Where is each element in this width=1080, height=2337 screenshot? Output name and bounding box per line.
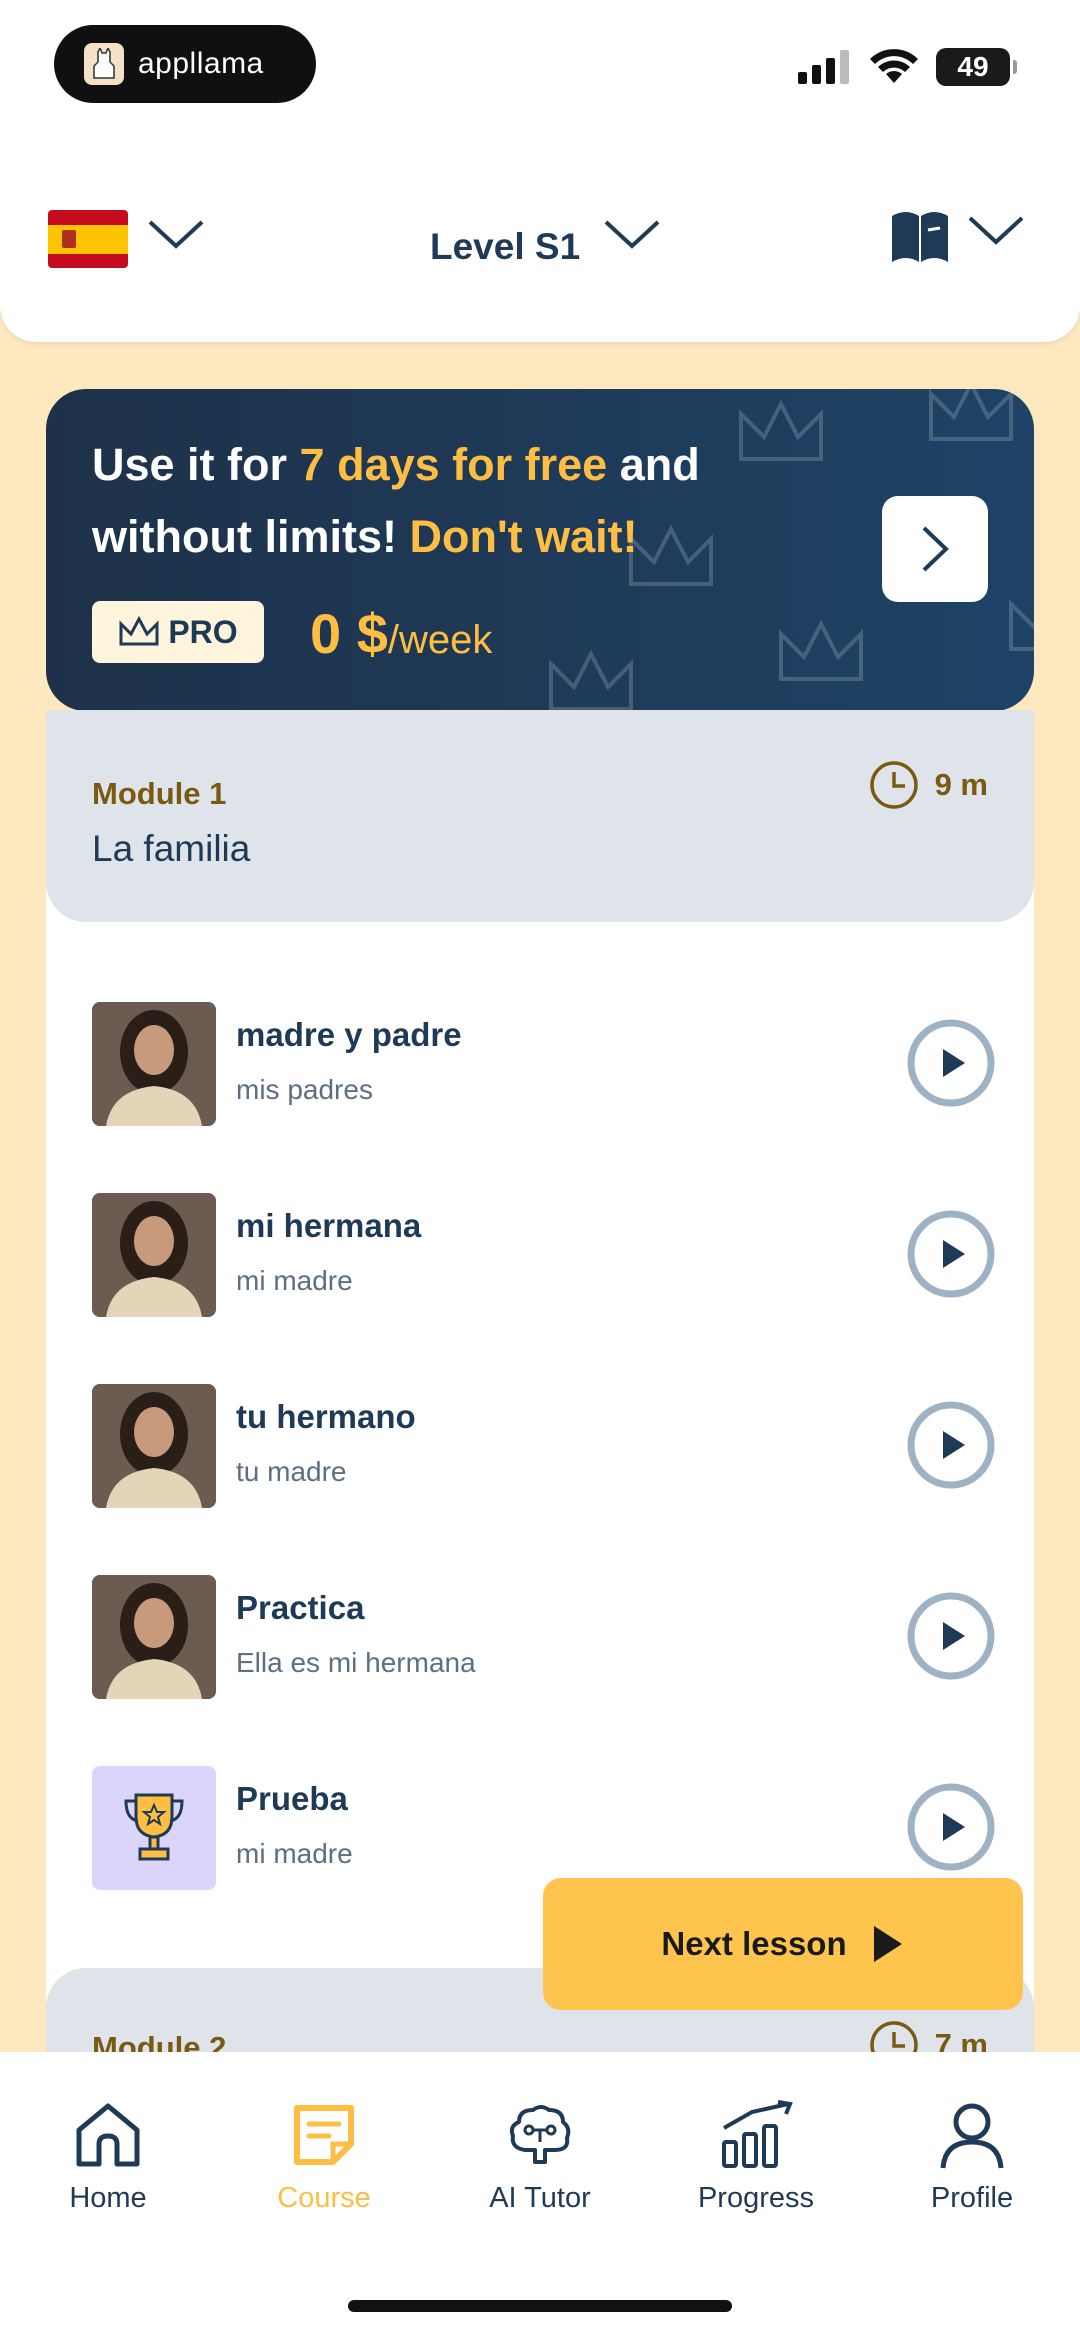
lesson-item[interactable]: madre y padre mis padres [46,1002,1034,1126]
tutor-photo [92,1193,216,1317]
level-chevron-down-icon[interactable] [602,214,662,254]
nav-course[interactable]: Course [216,2100,432,2215]
crown-pattern-icon [1009,599,1034,651]
play-icon[interactable] [906,1400,996,1490]
lesson-subtitle: tu madre [236,1456,347,1487]
module-title: La familia [92,828,251,869]
wifi-icon [870,49,918,83]
pro-badge: PRO [92,601,264,663]
crown-pattern-icon [779,619,863,681]
lesson-item[interactable]: mi hermana mi madre [46,1193,1034,1317]
llama-logo-icon [84,43,124,85]
lesson-subtitle: mi madre [236,1265,353,1296]
chevron-right-icon [922,526,949,572]
bottom-navigation: Home Course AI Tutor Progress Profile [0,2052,1080,2337]
lesson-title: tu hermano [236,1398,416,1435]
nav-ai-tutor[interactable]: AI Tutor [432,2100,648,2215]
spain-flag-icon[interactable] [48,210,128,268]
lesson-item[interactable]: Prueba mi madre [46,1766,1034,1890]
promo-arrow-button[interactable] [882,496,988,602]
language-chevron-down-icon[interactable] [146,214,206,254]
crown-icon [119,616,159,646]
home-indicator [348,2300,732,2312]
play-triangle-icon [873,1926,902,1962]
tutor-photo [92,1575,216,1699]
book-chevron-down-icon[interactable] [966,210,1026,250]
nav-progress[interactable]: Progress [648,2100,864,2215]
app-indicator-pill[interactable]: appllama [54,25,316,103]
course-icon [294,2105,354,2165]
promo-line-2: without limits! Don't wait! [92,511,638,562]
lesson-item[interactable]: Practica Ella es mi hermana [46,1575,1034,1699]
module-duration: 9 m [869,760,988,810]
app-name: appllama [138,47,264,80]
quiz-thumbnail [92,1766,216,1890]
lesson-title: Practica [236,1589,365,1626]
nav-home[interactable]: Home [0,2100,216,2215]
lesson-subtitle: Ella es mi hermana [236,1647,476,1678]
top-header: appllama 49 Level S1 [0,0,1080,342]
progress-icon [722,2100,793,2168]
play-icon[interactable] [906,1018,996,1108]
clock-icon [869,761,918,809]
play-icon[interactable] [906,1591,996,1681]
profile-icon [940,2103,1004,2169]
crown-pattern-icon [549,649,633,711]
lesson-subtitle: mis padres [236,1074,373,1105]
promo-price: 0 $/week [310,602,493,665]
nav-profile[interactable]: Profile [864,2100,1080,2215]
pro-promo-banner[interactable]: Use it for 7 days for free and without l… [46,389,1034,711]
lesson-subtitle: mi madre [236,1838,353,1869]
lesson-title: mi hermana [236,1207,422,1244]
lesson-title: madre y padre [236,1016,462,1053]
play-icon[interactable] [906,1782,996,1872]
brain-icon [509,2105,571,2164]
home-icon [76,2103,140,2167]
trophy-icon [124,1793,184,1861]
crown-pattern-icon [629,524,713,586]
module-header[interactable]: Module 1 La familia 9 m [46,710,1034,922]
tutor-photo [92,1002,216,1126]
crown-pattern-icon [929,389,1013,441]
lesson-item[interactable]: tu hermano tu madre [46,1384,1034,1508]
signal-icon [798,50,849,84]
tutor-photo [92,1384,216,1508]
book-icon[interactable] [890,208,950,264]
status-icons: 49 [798,48,1017,86]
play-icon[interactable] [906,1209,996,1299]
promo-line-1: Use it for 7 days for free and [92,439,700,490]
lesson-title: Prueba [236,1780,348,1817]
crown-pattern-icon [739,399,823,461]
level-selector-label[interactable]: Level S1 [430,226,580,268]
battery-indicator: 49 [936,48,1017,86]
next-lesson-button[interactable]: Next lesson [543,1878,1023,2010]
module-label: Module 1 [92,776,227,811]
